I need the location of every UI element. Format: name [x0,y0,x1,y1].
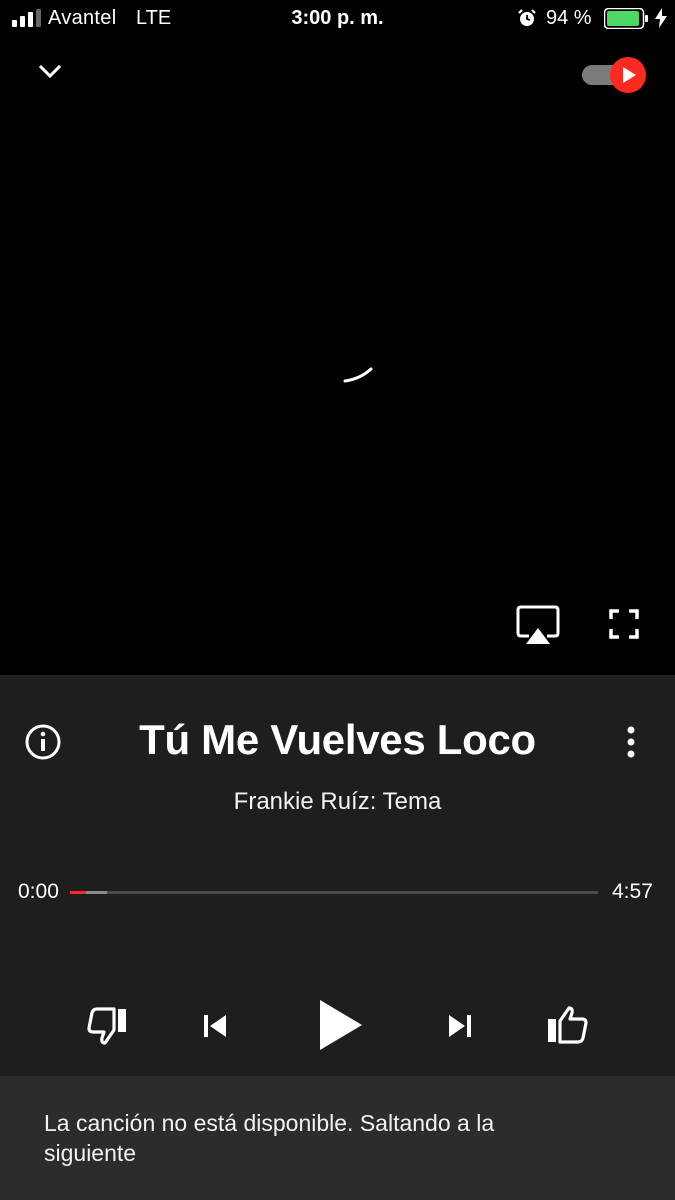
next-icon[interactable] [447,1012,473,1040]
more-options-icon[interactable] [619,723,643,761]
play-icon[interactable] [318,998,364,1052]
chevron-down-icon[interactable] [36,58,64,86]
current-time: 0:00 [18,880,59,903]
progress-bar[interactable] [70,891,598,894]
fullscreen-icon[interactable] [608,608,640,640]
battery-icon [604,8,648,29]
play-toggle-icon[interactable] [580,56,648,94]
airplay-icon[interactable] [515,604,561,646]
status-bar: Avantel LTE 3:00 p. m. 94 % [0,0,675,38]
total-time: 4:57 [612,880,653,903]
previous-icon[interactable] [202,1012,228,1040]
charging-icon [655,8,667,28]
loading-spinner [343,367,373,383]
song-subtitle: Frankie Ruíz: Tema [233,788,442,815]
snackbar-message: La canción no está disponible. Saltando … [44,1110,495,1166]
alarm-icon [518,9,536,26]
song-title: Tú Me Vuelves Loco [139,716,536,763]
battery-percent: 94 % [546,7,592,29]
thumbs-up-icon[interactable] [546,1004,590,1046]
thumbs-down-icon[interactable] [86,1005,130,1047]
played-bar [70,891,86,894]
